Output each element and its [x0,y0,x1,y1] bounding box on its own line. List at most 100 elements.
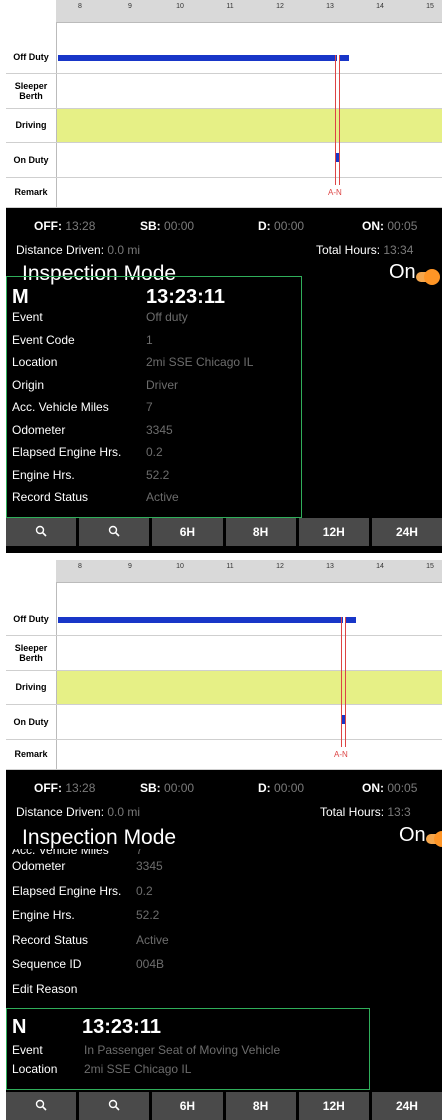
zoom-in-button[interactable] [6,1092,77,1120]
row-divider [6,670,442,671]
graph-left-border [56,582,57,770]
off-duty-bar [58,55,337,61]
sleeper-total: SB: 00:00 [140,781,195,795]
sleeper-total: SB: 00:00 [140,219,195,233]
row-label-off-duty: Off Duty [13,51,49,62]
zoom-6h-button[interactable]: 6H [152,1092,223,1120]
record-field-value: In Passenger Seat of Moving Vehicle [84,1043,281,1057]
record-field-value: Active [136,932,169,947]
off-duty-bar [346,617,356,623]
zoom-out-icon [108,1099,120,1114]
inspection-mode-toggle[interactable] [416,269,440,285]
record-field-key: Odometer [12,422,66,437]
hour-tick: 14 [376,3,384,10]
zoom-out-icon [108,525,120,540]
driving-total: D: 00:00 [258,781,305,795]
row-divider [6,704,442,705]
record-letter: N [12,1016,27,1038]
record-field-key: Engine Hrs. [12,908,75,922]
record-field-key: Event [12,310,43,324]
hour-tick: 10 [176,563,184,570]
zoom-button-bar: 6H 8H 12H 24H [6,1092,442,1120]
record-field: Event Off duty [12,310,412,326]
eld-screen-1: 8 9 10 11 12 13 14 15 Off Duty Sleeper B… [6,0,442,553]
zoom-12h-button[interactable]: 12H [298,518,369,546]
record-field-value: 52.2 [136,908,160,922]
total-hours: Total Hours: 13:3 [320,805,411,819]
hour-tick: 8 [78,563,82,570]
inspection-mode-toggle[interactable] [426,831,442,847]
inspection-mode-state: On [389,261,416,283]
record-field: Origin Driver [12,378,412,394]
inspection-mode-state: On [399,824,426,846]
record-field-value: 3345 [136,859,163,873]
record-field-partial: Acc. Vehicle Miles 7 [12,849,143,857]
record-field: Odometer 3345 [12,859,412,875]
record-field-key: Location [12,355,58,369]
duty-status-graph: 8 9 10 11 12 13 14 15 Off Duty Sleeper B… [6,0,442,208]
row-label-off-duty: Off Duty [13,613,49,624]
remark-marker-label: A-N [328,188,342,197]
record-field-key: Location [12,1062,58,1076]
record-field-value: 3345 [146,422,173,437]
eld-screen-2: 8 9 10 11 12 13 14 15 Off Duty Sleeper B… [6,560,442,1120]
record-field-key: Record Status [12,932,89,947]
zoom-out-button[interactable] [79,1092,150,1120]
record-field: Sequence ID 004B [12,957,412,973]
zoom-8h-button[interactable]: 8H [225,1092,296,1120]
current-time-marker [339,55,340,185]
driving-row-highlight [56,670,442,704]
row-label-driving: Driving [15,682,47,692]
distance-driven: Distance Driven: 0.0 mi [16,805,141,819]
record-field-key: Acc. Vehicle Miles [12,400,109,414]
row-divider [6,177,442,178]
off-duty-total: OFF: 13:28 [34,781,96,795]
zoom-6h-button[interactable]: 6H [152,518,223,546]
record-field-value: Active [146,490,179,504]
hour-tick: 11 [226,563,234,570]
record-field-key: Event [12,1043,43,1057]
off-duty-total: OFF: 13:28 [34,219,96,233]
zoom-8h-button[interactable]: 8H [225,518,296,546]
row-divider [6,73,442,74]
hour-tick: 9 [128,3,132,10]
row-label-remark: Remark [14,187,48,197]
hour-ruler: 8 9 10 11 12 13 14 15 [56,0,442,23]
zoom-in-button[interactable] [6,518,77,546]
record-field-value: Driver [146,377,178,392]
driving-total: D: 00:00 [258,219,305,233]
row-divider [6,739,442,740]
zoom-12h-button[interactable]: 12H [298,1092,369,1120]
record-field: Elapsed Engine Hrs. 0.2 [12,445,412,461]
hour-tick: 15 [426,563,434,570]
record-field-value: 0.2 [136,883,153,898]
row-divider [6,635,442,636]
zoom-24h-button[interactable]: 24H [371,1092,442,1120]
record-field: Elapsed Engine Hrs. 0.2 [12,884,412,900]
row-label-remark: Remark [14,749,48,759]
current-time-marker [345,617,346,747]
zoom-out-button[interactable] [79,518,150,546]
driving-row-highlight [56,108,442,142]
row-divider [6,207,442,208]
record-field: Acc. Vehicle Miles 7 [12,400,412,416]
record-field-value: Off duty [146,310,188,324]
record-field-key: Elapsed Engine Hrs. [12,883,122,898]
zoom-in-icon [35,525,47,540]
graph-left-border [56,22,57,208]
record-field-key: Record Status [12,490,89,504]
on-duty-total: ON: 00:05 [362,781,418,795]
record-time: 13:23:11 [146,286,225,308]
row-divider [6,108,442,109]
row-divider [6,769,442,770]
distance-driven: Distance Driven: 0.0 mi [16,243,141,257]
record-field-value: 7 [146,400,153,414]
record-field-value: 2mi SSE Chicago IL [84,1062,192,1076]
row-label-on-duty: On Duty [13,716,49,727]
hour-tick: 12 [276,3,284,10]
zoom-24h-button[interactable]: 24H [371,518,442,546]
record-field: Odometer 3345 [12,423,412,439]
record-field: Record Status Active [12,490,412,506]
hour-tick: 8 [78,3,82,10]
zoom-button-bar: 6H 8H 12H 24H [6,518,442,546]
